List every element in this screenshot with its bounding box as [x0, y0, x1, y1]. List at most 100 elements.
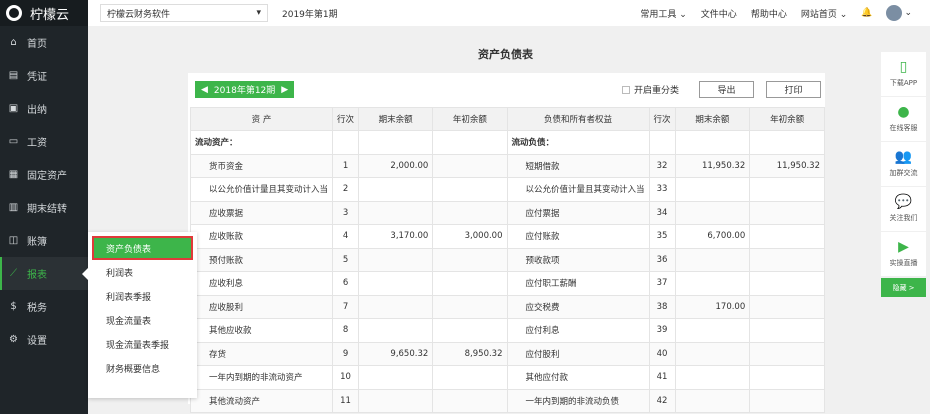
right-panel-label: 在线客服 [889, 124, 918, 132]
table-cell[interactable] [674, 365, 751, 390]
table-cell[interactable]: 9,650.32 [358, 341, 434, 366]
table-cell[interactable] [432, 365, 508, 390]
table-cell[interactable] [749, 247, 825, 272]
table-cell[interactable] [674, 341, 751, 366]
table-cell[interactable] [358, 318, 434, 343]
column-header: 期末余额 [358, 107, 434, 131]
voucher-icon: ▤ [8, 70, 19, 81]
table-row: 应收票据 3 应付票据 34 [189, 200, 825, 225]
table-cell[interactable]: 3,170.00 [358, 224, 434, 249]
right-panel-item[interactable]: 💬 关注我们 [881, 187, 926, 231]
right-panel-item[interactable]: 👥 加群交流 [881, 142, 926, 186]
report-menu-item[interactable]: 利润表 [88, 260, 197, 284]
table-cell[interactable] [432, 177, 508, 202]
sidebar-item-label: 设置 [27, 336, 47, 347]
table-cell[interactable] [749, 200, 825, 225]
table-cell[interactable] [749, 365, 825, 390]
table-cell[interactable]: 11,950.32 [749, 153, 825, 178]
right-panel-item[interactable]: ● 在线客服 [881, 97, 926, 141]
next-period-icon[interactable]: ▶ [281, 85, 288, 95]
table-cell[interactable] [749, 341, 825, 366]
sidebar-item-1[interactable]: ▤ 凭证 [0, 59, 88, 92]
table-cell[interactable]: 6,700.00 [674, 224, 751, 249]
table-cell[interactable] [674, 130, 751, 155]
sidebar-item-9[interactable]: ⚙ 设置 [0, 323, 88, 356]
table-cell[interactable] [432, 294, 508, 319]
hide-panel-button[interactable]: 隐藏 > [881, 278, 926, 297]
table-cell[interactable] [358, 388, 434, 413]
table-cell[interactable] [674, 247, 751, 272]
table-cell[interactable] [432, 153, 508, 178]
report-menu-item[interactable]: 资产负债表 [92, 236, 193, 260]
table-cell[interactable] [674, 177, 751, 202]
video-icon: ▶ [898, 239, 909, 255]
table-cell[interactable] [749, 177, 825, 202]
table-cell: 应收利息 [189, 271, 334, 296]
table-cell: 38 [648, 294, 676, 319]
table-cell: 10 [332, 365, 360, 390]
table-cell[interactable] [749, 224, 825, 249]
user-menu[interactable]: ⌄ [886, 5, 912, 21]
report-menu-item[interactable]: 现金流量表季报 [88, 332, 197, 356]
table-cell[interactable] [674, 388, 751, 413]
table-cell[interactable] [749, 388, 825, 413]
table-cell[interactable]: 3,000.00 [432, 224, 508, 249]
right-panel-item[interactable]: ▶ 实操直播 [881, 232, 926, 276]
report-menu-item[interactable]: 财务概要信息 [88, 356, 197, 380]
table-cell[interactable] [749, 318, 825, 343]
table-cell[interactable] [749, 294, 825, 319]
reclassify-checkbox[interactable]: 开启重分类 [621, 83, 679, 96]
table-cell[interactable]: 11,950.32 [674, 153, 751, 178]
sidebar-item-2[interactable]: ▣ 出纳 [0, 92, 88, 125]
table-cell[interactable] [358, 365, 434, 390]
table-cell[interactable] [674, 318, 751, 343]
prev-period-icon[interactable]: ◀ [201, 85, 208, 95]
table-cell[interactable] [674, 271, 751, 296]
table-cell: 其他应付款 [506, 365, 650, 390]
table-cell[interactable] [432, 318, 508, 343]
top-nav-link[interactable]: 网站首页 ⌄ [801, 7, 847, 20]
table-cell[interactable] [674, 200, 751, 225]
table-cell[interactable] [432, 130, 508, 155]
top-nav-link[interactable]: 帮助中心 [751, 7, 787, 20]
logo[interactable]: 柠檬云 [0, 0, 88, 26]
table-cell: 应付票据 [506, 200, 650, 225]
table-cell[interactable]: 170.00 [674, 294, 751, 319]
top-nav-link[interactable]: 常用工具 ⌄ [640, 7, 686, 20]
print-button[interactable]: 打印 [766, 81, 821, 98]
sidebar-item-8[interactable]: $ 税务 [0, 290, 88, 323]
table-cell[interactable] [749, 130, 825, 155]
table-cell[interactable]: 8,950.32 [432, 341, 508, 366]
account-select[interactable]: 柠檬云财务软件 ▾ [100, 4, 268, 22]
sidebar-item-7[interactable]: ⟋ 报表 [0, 257, 88, 290]
report-menu-item[interactable]: 现金流量表 [88, 308, 197, 332]
export-button[interactable]: 导出 [699, 81, 754, 98]
sidebar-item-6[interactable]: ◫ 账簿 [0, 224, 88, 257]
top-nav-link[interactable]: 文件中心 [701, 7, 737, 20]
report-menu-item[interactable]: 利润表季报 [88, 284, 197, 308]
table-cell[interactable] [358, 247, 434, 272]
right-panel-label: 下载APP [889, 79, 918, 87]
table-cell[interactable] [432, 247, 508, 272]
chart-icon: ⟋ [10, 268, 17, 279]
table-row: 其他流动资产 11 一年内到期的非流动负债 42 [189, 388, 825, 413]
sidebar-item-5[interactable]: ▥ 期末结转 [0, 191, 88, 224]
period-selector[interactable]: ◀ 2018年第12期 ▶ [195, 81, 295, 98]
table-cell[interactable] [432, 200, 508, 225]
right-panel-item[interactable]: ▯ 下载APP [881, 52, 926, 96]
table-cell: 41 [648, 365, 676, 390]
table-cell[interactable] [432, 271, 508, 296]
table-cell[interactable] [358, 177, 434, 202]
table-cell[interactable] [358, 271, 434, 296]
table-cell[interactable] [749, 271, 825, 296]
table-cell[interactable] [358, 200, 434, 225]
table-cell[interactable] [432, 388, 508, 413]
table-cell: 其他应收款 [189, 318, 334, 343]
sidebar-item-0[interactable]: ⌂ 首页 [0, 26, 88, 59]
bell-icon[interactable]: 🔔 [861, 8, 872, 18]
sidebar-item-3[interactable]: ▭ 工资 [0, 125, 88, 158]
table-cell[interactable]: 2,000.00 [358, 153, 434, 178]
table-cell[interactable] [358, 294, 434, 319]
table-cell[interactable] [358, 130, 434, 155]
sidebar-item-4[interactable]: ▦ 固定资产 [0, 158, 88, 191]
